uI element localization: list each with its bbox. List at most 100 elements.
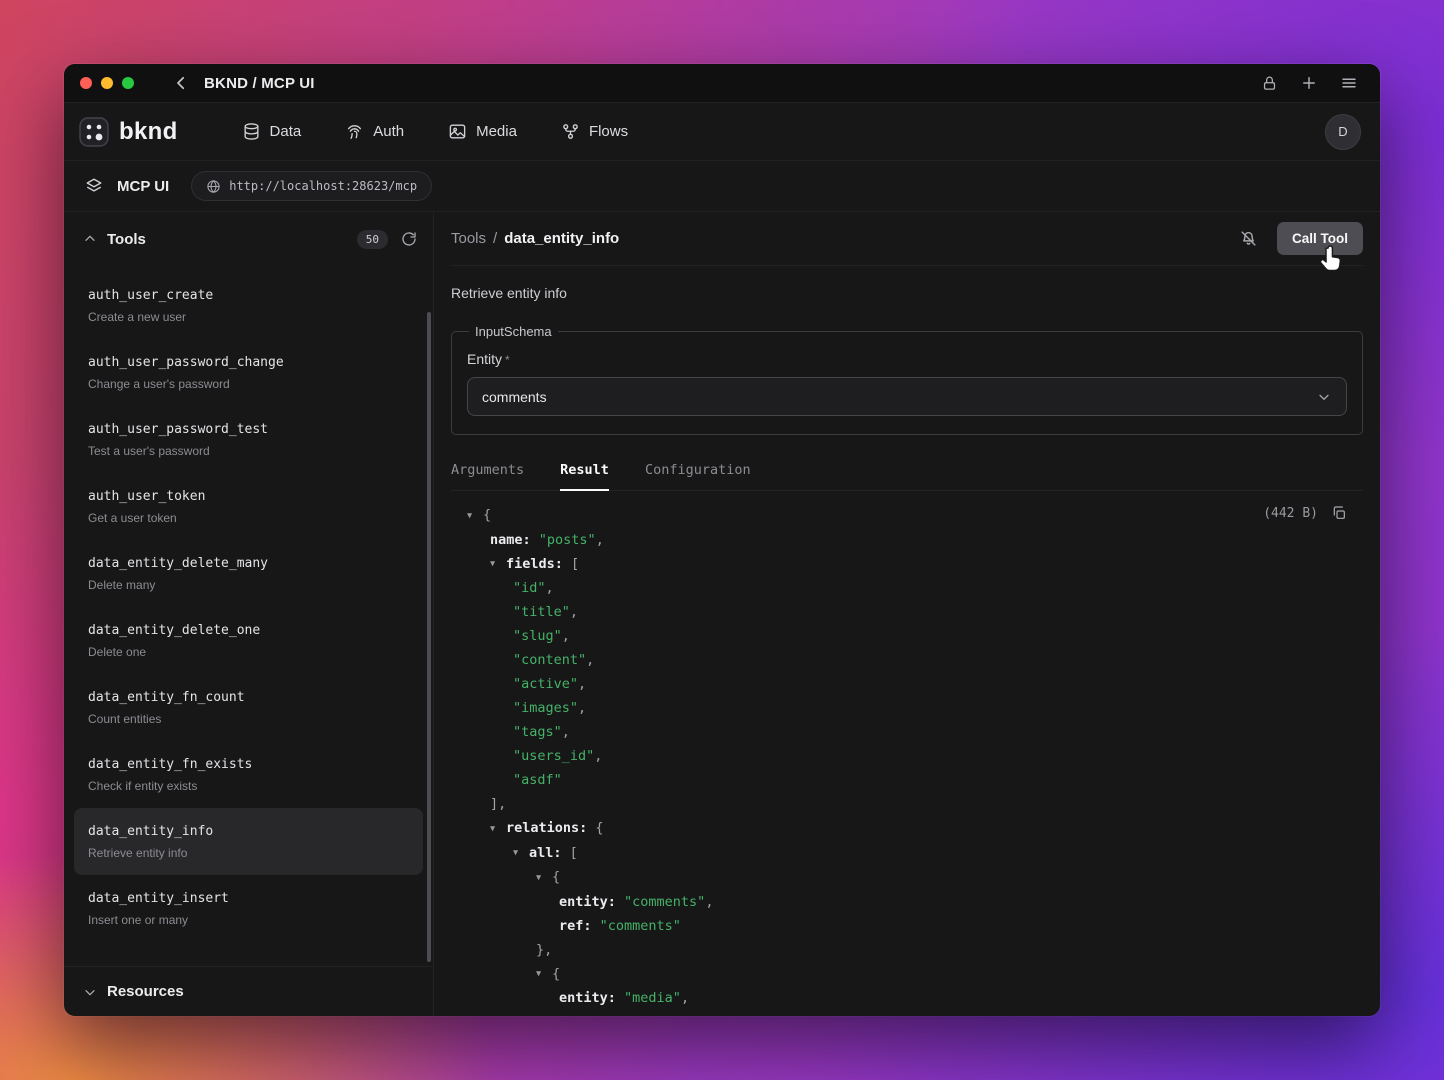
json-line: "users_id", — [451, 744, 1363, 768]
chevron-down-icon — [1316, 389, 1332, 405]
tool-list-item[interactable]: data_entity_fn_exists Check if entity ex… — [74, 741, 423, 808]
refresh-tools-button[interactable] — [401, 231, 417, 247]
tool-description: Check if entity exists — [88, 779, 409, 794]
chevron-left-icon — [172, 74, 190, 92]
tool-name: auth_user_password_change — [88, 353, 409, 373]
tool-list-item[interactable]: auth_user_create Create a new user — [74, 272, 423, 339]
tool-description: Delete one — [88, 645, 409, 660]
collapse-arrow-icon[interactable]: ▼ — [490, 552, 506, 576]
window-title: BKND / MCP UI — [204, 75, 315, 92]
tool-name: data_entity_insert — [88, 889, 409, 909]
nav-label: Flows — [589, 123, 628, 140]
plus-icon — [1300, 74, 1318, 92]
tool-list-item[interactable]: data_entity_delete_one Delete one — [74, 607, 423, 674]
collapse-arrow-icon[interactable]: ▼ — [536, 962, 552, 986]
resources-section-title: Resources — [107, 983, 184, 1000]
tab-configuration[interactable]: Configuration — [645, 462, 751, 491]
breadcrumb-current: data_entity_info — [504, 230, 619, 247]
collapse-arrow-icon[interactable]: ▼ — [513, 841, 529, 865]
chevron-down-icon — [82, 984, 98, 1000]
fingerprint-icon — [345, 122, 364, 141]
tool-name: data_entity_delete_one — [88, 621, 409, 641]
tool-description: Retrieve entity info — [88, 846, 409, 861]
sidebar-scrollbar[interactable] — [427, 312, 431, 962]
entity-field-label: Entity* — [467, 351, 1347, 367]
lock-icon — [1261, 75, 1278, 92]
copy-icon — [1331, 505, 1347, 521]
user-avatar[interactable]: D — [1325, 114, 1361, 150]
json-line: ▼fields: [ — [451, 552, 1363, 577]
collapse-arrow-icon[interactable]: ▼ — [467, 504, 483, 528]
json-line: "title", — [451, 600, 1363, 624]
tool-name: data_entity_fn_exists — [88, 755, 409, 775]
nav-item-media[interactable]: Media — [426, 103, 539, 160]
new-tab-button[interactable] — [1300, 74, 1318, 92]
json-line: ▼{ — [451, 865, 1363, 890]
chevron-up-icon[interactable] — [82, 231, 98, 247]
tool-list-item[interactable]: data_entity_info Retrieve entity info — [74, 808, 423, 875]
page-title: MCP UI — [117, 178, 169, 195]
tool-detail-header: Tools / data_entity_info Call Tool — [451, 212, 1363, 266]
subheader: MCP UI http://localhost:28623/mcp — [64, 160, 1380, 212]
tool-description: Get a user token — [88, 511, 409, 526]
minimize-window-button[interactable] — [101, 77, 113, 89]
layers-icon — [85, 177, 103, 195]
tools-sidebar: Tools 50 auth_user_create Create a new u… — [64, 212, 434, 1016]
nav-label: Auth — [373, 123, 404, 140]
tool-description: Test a user's password — [88, 444, 409, 459]
tool-list-item[interactable]: auth_user_password_test Test a user's pa… — [74, 406, 423, 473]
avatar-initial: D — [1338, 124, 1347, 139]
tool-list-item[interactable]: auth_user_token Get a user token — [74, 473, 423, 540]
json-line: ▼{ — [451, 503, 1363, 528]
json-line: entity: "media", — [451, 986, 1363, 1010]
tool-detail-panel: Tools / data_entity_info Call Tool Retri… — [434, 212, 1380, 1016]
json-line: "slug", — [451, 624, 1363, 648]
app-navbar: bknd Data Auth Media Flows D — [64, 102, 1380, 160]
mcp-endpoint-url[interactable]: http://localhost:28623/mcp — [191, 171, 432, 201]
json-tree: ▼{name: "posts",▼fields: ["id","title","… — [451, 503, 1363, 1016]
json-line: ref: "comments" — [451, 914, 1363, 938]
notifications-off-button[interactable] — [1239, 229, 1258, 248]
copy-result-button[interactable] — [1331, 505, 1347, 521]
json-line: ref: "images" — [451, 1010, 1363, 1016]
url-text: http://localhost:28623/mcp — [229, 179, 417, 193]
nav-item-data[interactable]: Data — [220, 103, 324, 160]
back-button[interactable] — [172, 74, 190, 92]
tool-list-item[interactable]: data_entity_delete_many Delete many — [74, 540, 423, 607]
nav-item-flows[interactable]: Flows — [539, 103, 650, 160]
collapse-arrow-icon[interactable]: ▼ — [490, 817, 506, 841]
input-schema-legend: InputSchema — [469, 324, 558, 339]
bknd-logo-icon — [79, 117, 109, 147]
tool-name: data_entity_fn_count — [88, 688, 409, 708]
resources-section-header[interactable]: Resources — [64, 966, 433, 1016]
tool-name: auth_user_create — [88, 286, 409, 306]
required-asterisk: * — [505, 353, 510, 367]
tab-arguments[interactable]: Arguments — [451, 462, 524, 491]
breadcrumb-section[interactable]: Tools — [451, 230, 486, 247]
nav-item-auth[interactable]: Auth — [323, 103, 426, 160]
traffic-lights — [80, 77, 134, 89]
tool-list-item[interactable]: auth_user_password_change Change a user'… — [74, 339, 423, 406]
entity-select[interactable]: comments — [467, 377, 1347, 416]
menu-button[interactable] — [1340, 74, 1358, 92]
tab-result[interactable]: Result — [560, 462, 609, 491]
lock-button[interactable] — [1261, 75, 1278, 92]
json-line: "active", — [451, 672, 1363, 696]
collapse-arrow-icon[interactable]: ▼ — [536, 866, 552, 890]
database-icon — [242, 122, 261, 141]
title-bar: BKND / MCP UI — [64, 64, 1380, 102]
json-line: ▼{ — [451, 962, 1363, 987]
close-window-button[interactable] — [80, 77, 92, 89]
tool-list-item[interactable]: data_entity_insert Insert one or many — [74, 875, 423, 942]
tool-list-item[interactable]: data_entity_fn_count Count entities — [74, 674, 423, 741]
brand[interactable]: bknd — [79, 117, 178, 147]
breadcrumb: Tools / data_entity_info — [451, 230, 619, 247]
brand-name: bknd — [119, 118, 178, 146]
zoom-window-button[interactable] — [122, 77, 134, 89]
tool-name: auth_user_password_test — [88, 420, 409, 440]
json-line: entity: "comments", — [451, 890, 1363, 914]
refresh-icon — [401, 231, 417, 247]
json-line: ▼relations: { — [451, 816, 1363, 841]
tool-description: Insert one or many — [88, 913, 409, 928]
input-schema-fieldset: InputSchema Entity* comments — [451, 324, 1363, 435]
